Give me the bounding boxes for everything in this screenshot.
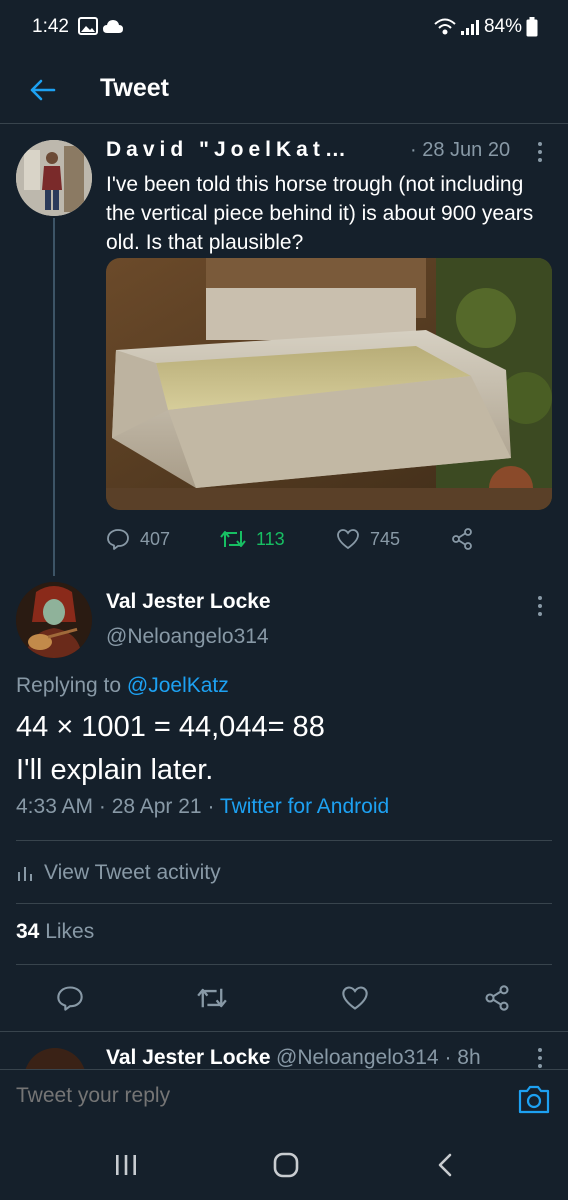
- reply-count: 407: [140, 528, 171, 549]
- like-button[interactable]: [337, 980, 373, 1016]
- heart-icon: [342, 986, 368, 1010]
- app-header: Tweet: [0, 56, 568, 124]
- more-options-icon[interactable]: [528, 138, 552, 166]
- reply-input[interactable]: [16, 1084, 496, 1108]
- source-link[interactable]: Twitter for Android: [220, 795, 389, 818]
- camera-icon[interactable]: [516, 1082, 552, 1116]
- tweet-text-line: I'll explain later.: [16, 754, 214, 786]
- tweet-date: · 28 Jun 20: [410, 139, 511, 161]
- avatar[interactable]: [16, 582, 92, 658]
- display-name[interactable]: Val Jester Locke: [106, 1046, 271, 1069]
- tweet-text: 44 × 1001 = 44,044= 88 I'll explain late…: [16, 706, 552, 792]
- tweet-header: David "JoelKat… · 28 Jun 20: [106, 138, 552, 168]
- more-options-icon[interactable]: [528, 1044, 552, 1069]
- gallery-icon: [78, 17, 98, 35]
- share-button[interactable]: [479, 980, 515, 1016]
- avatar[interactable]: [24, 1048, 86, 1069]
- retweet-action[interactable]: 113: [220, 522, 285, 556]
- replying-to-link[interactable]: @JoelKatz: [127, 674, 229, 697]
- reply-icon: [107, 529, 129, 550]
- avatar[interactable]: [16, 140, 92, 216]
- battery-icon: [526, 17, 538, 37]
- reply-button[interactable]: [52, 980, 88, 1016]
- replying-to-label: Replying to: [16, 674, 122, 697]
- share-action[interactable]: [450, 522, 474, 556]
- divider: [16, 964, 552, 965]
- timestamp-text: 4:33 AM · 28 Apr 21 ·: [16, 795, 215, 818]
- avatar-photo: [16, 582, 92, 658]
- tweet-actions: [0, 980, 568, 1016]
- tweet-actions: 407 113 745: [106, 522, 552, 556]
- share-icon: [485, 985, 509, 1011]
- divider: [16, 903, 552, 904]
- reply-preview[interactable]: Val Jester Locke @Neloangelo314 · 8h: [0, 1031, 568, 1069]
- activity-label: View Tweet activity: [44, 861, 221, 884]
- replying-to: Replying to @JoelKatz: [16, 674, 229, 698]
- share-icon: [452, 528, 472, 550]
- home-button[interactable]: [266, 1149, 306, 1181]
- chevron-left-icon: [438, 1153, 452, 1177]
- likes-count: 34: [16, 920, 40, 943]
- tweet-text: I've been told this horse trough (not in…: [106, 173, 534, 254]
- display-name[interactable]: David "JoelKat…: [106, 138, 414, 162]
- view-tweet-activity-button[interactable]: View Tweet activity: [16, 857, 221, 889]
- horse-trough-photo: [106, 258, 552, 510]
- avatar-photo: [16, 140, 92, 216]
- home-icon: [273, 1152, 299, 1178]
- tweet-timestamp: 4:33 AM · 28 Apr 21 · Twitter for Androi…: [16, 795, 389, 819]
- likes-label: Likes: [45, 920, 95, 943]
- like-action[interactable]: 745: [336, 522, 400, 556]
- more-options-icon[interactable]: [528, 592, 552, 620]
- tweet-image[interactable]: [106, 258, 552, 510]
- reply-action[interactable]: 407: [106, 522, 170, 556]
- signal-icon: [461, 20, 479, 35]
- like-count: 745: [370, 528, 401, 549]
- heart-icon: [337, 529, 359, 550]
- status-bar: 1:42 84%: [0, 0, 568, 56]
- thread-connector: [53, 218, 55, 576]
- back-nav-button[interactable]: [425, 1149, 465, 1181]
- retweet-icon: [220, 531, 246, 547]
- wifi-icon: [434, 18, 456, 35]
- battery-percent: 84%: [483, 16, 522, 37]
- back-button[interactable]: [22, 70, 62, 110]
- user-handle[interactable]: @Neloangelo314: [106, 625, 269, 649]
- system-nav-bar: [0, 1127, 568, 1200]
- compose-bar: [0, 1069, 568, 1127]
- handle-time: @Neloangelo314 · 8h: [276, 1046, 481, 1069]
- status-time: 1:42: [32, 16, 69, 37]
- divider: [16, 840, 552, 841]
- retweet-count: 113: [256, 528, 285, 549]
- arrow-left-icon: [30, 79, 56, 101]
- display-name[interactable]: Val Jester Locke: [106, 590, 271, 614]
- recent-apps-icon: [116, 1155, 136, 1175]
- retweet-button[interactable]: [194, 980, 230, 1016]
- tweet-text-line: 44 × 1001 = 44,044= 88: [16, 711, 325, 743]
- cloud-icon: [103, 20, 123, 33]
- retweet-icon: [197, 988, 227, 1008]
- analytics-icon: [18, 867, 32, 881]
- page-title: Tweet: [100, 74, 169, 102]
- likes-summary[interactable]: 34 Likes: [16, 920, 94, 944]
- reply-icon: [57, 986, 83, 1011]
- recent-apps-button[interactable]: [106, 1149, 146, 1181]
